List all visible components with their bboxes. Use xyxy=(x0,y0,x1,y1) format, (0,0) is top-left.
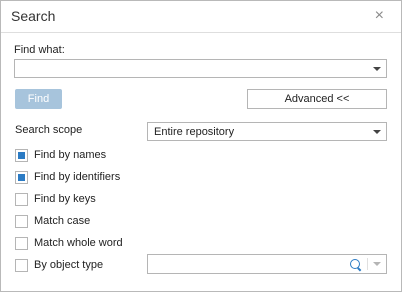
checkbox-by-object-type[interactable] xyxy=(15,259,28,272)
search-scope-select[interactable]: Entire repository xyxy=(147,122,387,141)
chevron-down-icon[interactable] xyxy=(373,262,381,266)
dialog-title: Search xyxy=(11,8,56,24)
search-icon[interactable] xyxy=(350,259,360,269)
advanced-button[interactable]: Advanced << xyxy=(247,89,387,109)
option-label: Find by names xyxy=(34,149,107,161)
checkbox-match-whole-word[interactable] xyxy=(15,237,28,250)
object-type-combobox[interactable] xyxy=(147,254,387,274)
search-dialog: Search × Find what: Find Advanced << Sea… xyxy=(0,0,402,292)
option-label: Find by identifiers xyxy=(34,171,121,183)
find-what-combobox[interactable] xyxy=(14,59,387,78)
find-button[interactable]: Find xyxy=(15,89,62,109)
checkbox-find-by-names[interactable] xyxy=(15,149,28,162)
option-label: By object type xyxy=(34,259,104,271)
checkbox-match-case[interactable] xyxy=(15,215,28,228)
chevron-down-icon[interactable] xyxy=(373,67,381,71)
find-what-label: Find what: xyxy=(14,44,65,56)
divider xyxy=(367,258,368,270)
close-icon[interactable]: × xyxy=(375,8,384,24)
dialog-titlebar: Search × xyxy=(1,1,401,33)
checkbox-find-by-keys[interactable] xyxy=(15,193,28,206)
option-label: Match case xyxy=(34,215,91,227)
chevron-down-icon[interactable] xyxy=(373,130,381,134)
option-label: Match whole word xyxy=(34,237,123,249)
search-scope-value: Entire repository xyxy=(154,126,235,138)
option-label: Find by keys xyxy=(34,193,96,205)
checkbox-find-by-identifiers[interactable] xyxy=(15,171,28,184)
search-scope-label: Search scope xyxy=(15,124,83,136)
